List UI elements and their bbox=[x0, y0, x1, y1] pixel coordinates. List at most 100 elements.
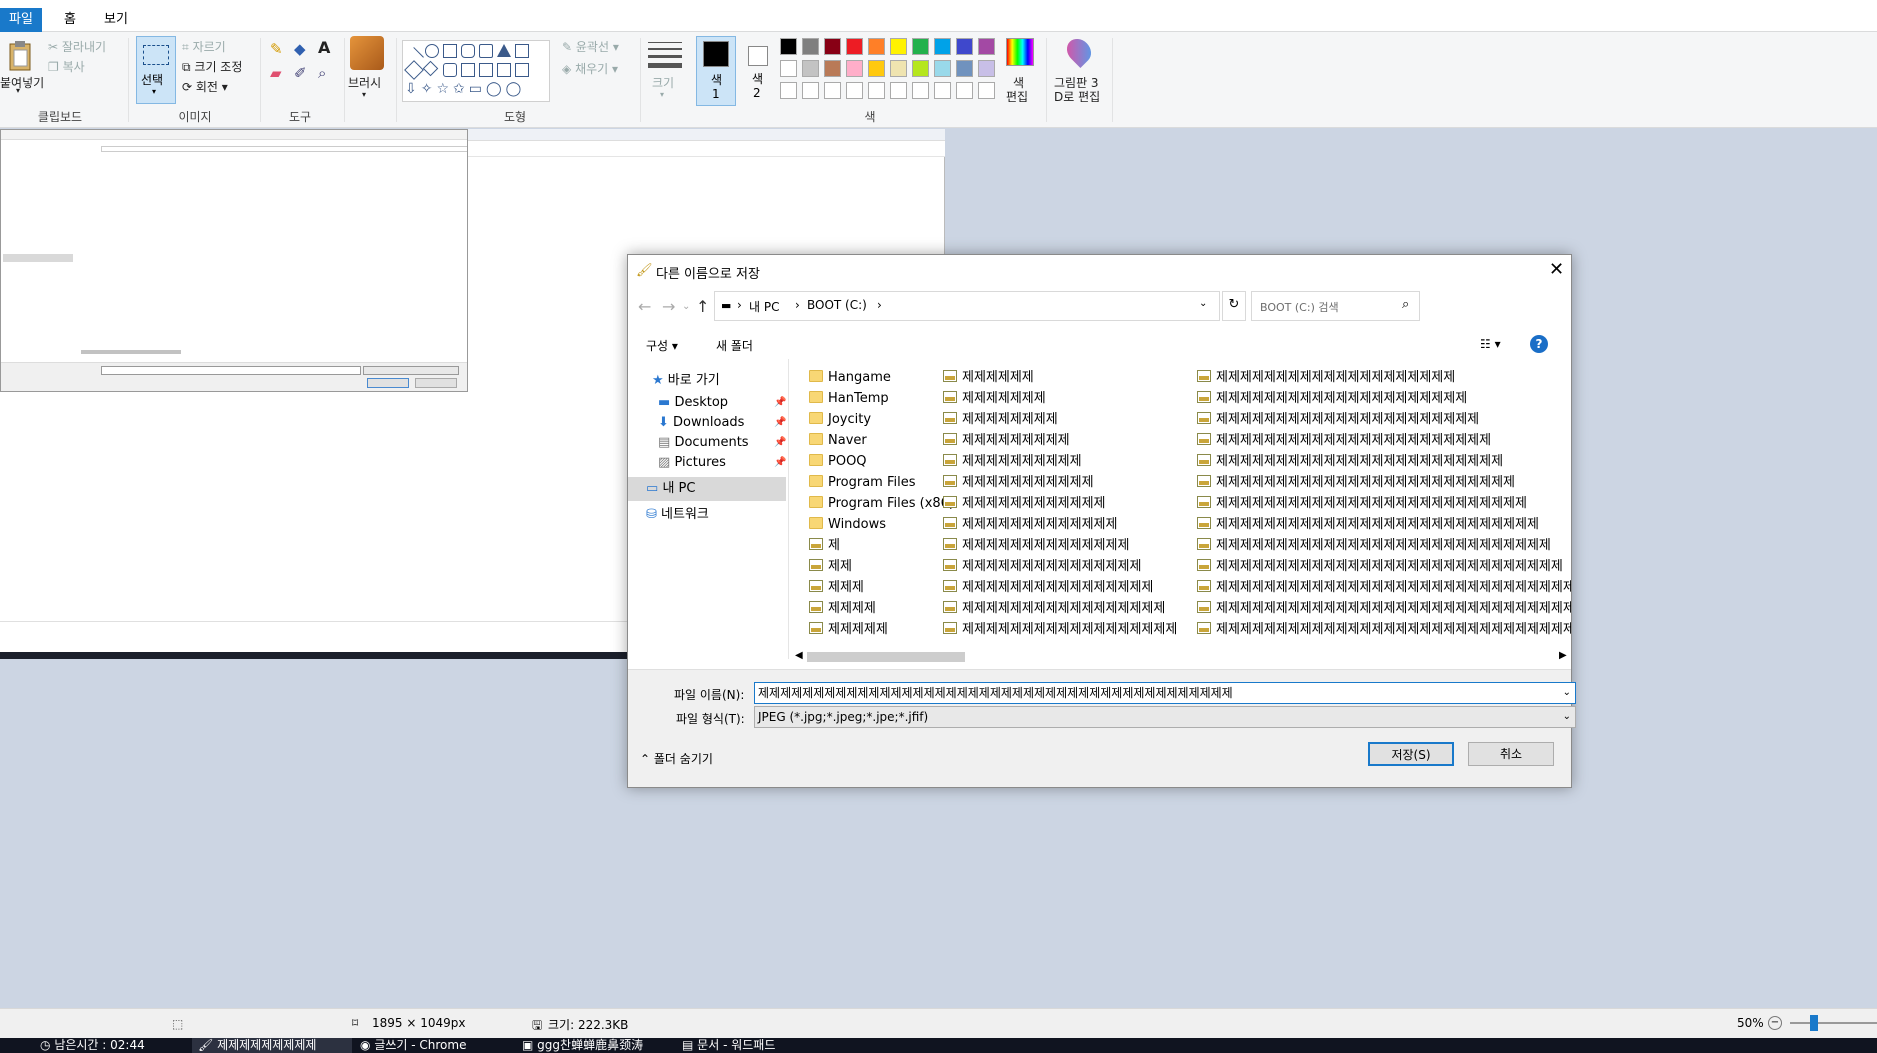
file-item[interactable]: 제제제제제제제제제제제제제제제제제제제제제제제 bbox=[1197, 430, 1491, 451]
forward-arrow-icon[interactable]: → bbox=[662, 297, 675, 316]
select-button[interactable]: 선택 ▾ bbox=[136, 36, 176, 104]
hide-folders-button[interactable]: ⌃ 폴더 숨기기 bbox=[640, 750, 713, 767]
color-swatch[interactable] bbox=[912, 60, 929, 77]
eraser-icon[interactable]: ▰ bbox=[270, 64, 282, 82]
file-item[interactable]: 제제제제제제제제제제제제제제제제제제제제제제제제 bbox=[1197, 451, 1503, 472]
taskbar-item[interactable]: ▤ 문서 - 워드패드 bbox=[682, 1038, 775, 1053]
file-item[interactable]: 제제제제제제제제제제제제제제제제제제제제제제제제제제 bbox=[1197, 493, 1527, 514]
folder-item[interactable]: Naver bbox=[809, 430, 867, 451]
file-item[interactable]: 제제제제제제제제제제제제제제제제제제제제제제제제제제제 bbox=[1197, 514, 1539, 535]
horizontal-scrollbar[interactable]: ◀ ▶ bbox=[793, 648, 1571, 666]
color-swatch[interactable] bbox=[890, 38, 907, 55]
zoom-slider[interactable] bbox=[1790, 1022, 1877, 1024]
address-bar[interactable]: ▬ › 내 PC › BOOT (C:) › ⌄ bbox=[714, 291, 1220, 321]
rotate-button[interactable]: ⟳ 회전 ▾ bbox=[182, 78, 228, 95]
scrollbar-thumb[interactable] bbox=[807, 652, 965, 662]
taskbar-item[interactable]: ◉ 글쓰기 - Chrome bbox=[360, 1038, 466, 1053]
file-item[interactable]: 제제제제제제제제제제제제 bbox=[943, 493, 1106, 514]
color-swatch[interactable] bbox=[846, 60, 863, 77]
folder-item[interactable]: Program Files (x86) bbox=[809, 493, 954, 514]
organize-button[interactable]: 구성 ▾ bbox=[646, 337, 678, 354]
tab-home[interactable]: 홈 bbox=[52, 8, 88, 32]
cut-button[interactable]: ✂ 잘라내기 bbox=[48, 38, 106, 55]
brush-button[interactable]: 브러시 bbox=[348, 74, 381, 91]
file-item[interactable]: 제제제 bbox=[809, 577, 864, 598]
fill-button[interactable]: ◈ 채우기 ▾ bbox=[562, 60, 618, 77]
color-swatch[interactable] bbox=[978, 82, 995, 99]
color-swatch[interactable] bbox=[868, 38, 885, 55]
file-item[interactable]: 제제제제제제제제제제제제제제제 bbox=[943, 556, 1141, 577]
tab-file[interactable]: 파일 bbox=[0, 8, 42, 32]
file-item[interactable]: 제제제제제제제제제제제제제 bbox=[943, 514, 1117, 535]
nav-network[interactable]: ⛁ 네트워크 bbox=[628, 503, 786, 527]
file-item[interactable]: 제제제제제제제제제제제제제제제제제제제제제 bbox=[1197, 388, 1467, 409]
file-item[interactable]: 제제제제제제제제제제제제제제제제제제제제제제제제제제제제 bbox=[1197, 535, 1551, 556]
file-item[interactable]: 제제제제제 bbox=[809, 619, 888, 640]
file-item[interactable]: 제제제제제제제제제제제제제제제제 bbox=[943, 577, 1153, 598]
file-item[interactable]: 제제제제제제제제제제제제제제제제제제제제제제제제제제제제제 bbox=[1197, 556, 1563, 577]
color-swatch[interactable] bbox=[802, 60, 819, 77]
color-swatch[interactable] bbox=[934, 38, 951, 55]
edit-colors-icon[interactable] bbox=[1006, 38, 1034, 66]
color-swatch[interactable] bbox=[890, 82, 907, 99]
folder-item[interactable]: Windows bbox=[809, 514, 886, 535]
folder-item[interactable]: Joycity bbox=[809, 409, 871, 430]
taskbar-item[interactable]: 🖌 제제제제제제제제제 bbox=[192, 1038, 352, 1053]
paste-button[interactable]: 붙여넣기 bbox=[0, 74, 44, 91]
chevron-down-icon[interactable]: ⌄ bbox=[1563, 707, 1571, 727]
pencil-icon[interactable]: ✎ bbox=[270, 40, 283, 58]
color-swatch[interactable] bbox=[824, 82, 841, 99]
taskbar-item[interactable]: ◷ 남은시간 : 02:44 bbox=[40, 1038, 145, 1053]
edit-colors-label-2[interactable]: 편집 bbox=[1006, 88, 1028, 105]
recent-dropdown-icon[interactable]: ⌄ bbox=[682, 301, 690, 312]
file-item[interactable]: 제제제제제제 bbox=[943, 367, 1034, 388]
color-swatch[interactable] bbox=[890, 60, 907, 77]
file-item[interactable]: 제제제제제제제제제제제제제제제제제 bbox=[943, 598, 1165, 619]
file-item[interactable]: 제제제제 bbox=[809, 598, 876, 619]
breadcrumb-item[interactable]: 내 PC bbox=[749, 298, 779, 315]
file-item[interactable]: 제제제제제제제제제제제제제제제제제제제제제제제제제제제제제제제제 bbox=[1197, 619, 1571, 640]
color-swatch[interactable] bbox=[846, 38, 863, 55]
new-folder-button[interactable]: 새 폴더 bbox=[716, 337, 753, 354]
paint3d-icon[interactable] bbox=[1062, 34, 1096, 68]
filetype-select[interactable]: JPEG (*.jpg;*.jpeg;*.jpe;*.jfif) ⌄ bbox=[754, 706, 1576, 728]
size-icon[interactable] bbox=[648, 42, 682, 68]
file-item[interactable]: 제제제제제제제제제제제제제제제제제제제제제제제제제제제제제제 bbox=[1197, 577, 1571, 598]
crop-button[interactable]: ⌗ 자르기 bbox=[182, 38, 226, 55]
file-item[interactable]: 제 bbox=[809, 535, 840, 556]
color-swatch[interactable] bbox=[934, 60, 951, 77]
color-swatch[interactable] bbox=[956, 60, 973, 77]
file-item[interactable]: 제제제제제제제제제제제 bbox=[943, 472, 1094, 493]
color-swatch[interactable] bbox=[780, 38, 797, 55]
zoom-out-button[interactable]: − bbox=[1768, 1016, 1782, 1030]
color-swatch[interactable] bbox=[780, 60, 797, 77]
cancel-button[interactable]: 취소 bbox=[1468, 742, 1554, 766]
folder-item[interactable]: Hangame bbox=[809, 367, 891, 388]
filename-input[interactable]: 제제제제제제제제제제제제제제제제제제제제제제제제제제제제제제제제제제제제제제제제… bbox=[754, 682, 1576, 704]
file-item[interactable]: 제제제제제제제제제제제제제제제제제제제제제제제제제제제제제제제 bbox=[1197, 598, 1571, 619]
color-swatch[interactable] bbox=[824, 60, 841, 77]
folder-item[interactable]: Program Files bbox=[809, 472, 916, 493]
color-swatch[interactable] bbox=[780, 82, 797, 99]
pin-icon[interactable]: 📌 bbox=[774, 451, 786, 475]
color-swatch[interactable] bbox=[824, 38, 841, 55]
zoom-slider-thumb[interactable] bbox=[1810, 1015, 1818, 1031]
brush-icon[interactable] bbox=[350, 36, 384, 70]
file-item[interactable]: 제제제제제제제제제제제제제제 bbox=[943, 535, 1129, 556]
file-item[interactable]: 제제 bbox=[809, 556, 852, 577]
size-button[interactable]: 크기 bbox=[652, 74, 674, 91]
color-swatch[interactable] bbox=[846, 82, 863, 99]
outline-button[interactable]: ✎ 윤곽선 ▾ bbox=[562, 38, 619, 55]
file-item[interactable]: 제제제제제제제제제제제제제제제제제제 bbox=[943, 619, 1177, 640]
color1-button[interactable]: 색 1 bbox=[696, 36, 736, 106]
taskbar-item[interactable]: ▣ ggg찬蝉蝉鹿鼻颈涛 bbox=[522, 1038, 643, 1053]
copy-button[interactable]: ❐ 복사 bbox=[48, 58, 85, 75]
nav-pictures[interactable]: ▨ Pictures 📌 bbox=[628, 451, 786, 475]
color-swatch[interactable] bbox=[802, 38, 819, 55]
text-icon[interactable]: A bbox=[318, 38, 330, 57]
file-item[interactable]: 제제제제제제제제제제제제제제제제제제제제 bbox=[1197, 367, 1455, 388]
color2-button[interactable]: 색 2 bbox=[740, 36, 776, 106]
folder-item[interactable]: POOQ bbox=[809, 451, 867, 472]
color-swatch[interactable] bbox=[978, 38, 995, 55]
file-item[interactable]: 제제제제제제제제제제 bbox=[943, 451, 1082, 472]
